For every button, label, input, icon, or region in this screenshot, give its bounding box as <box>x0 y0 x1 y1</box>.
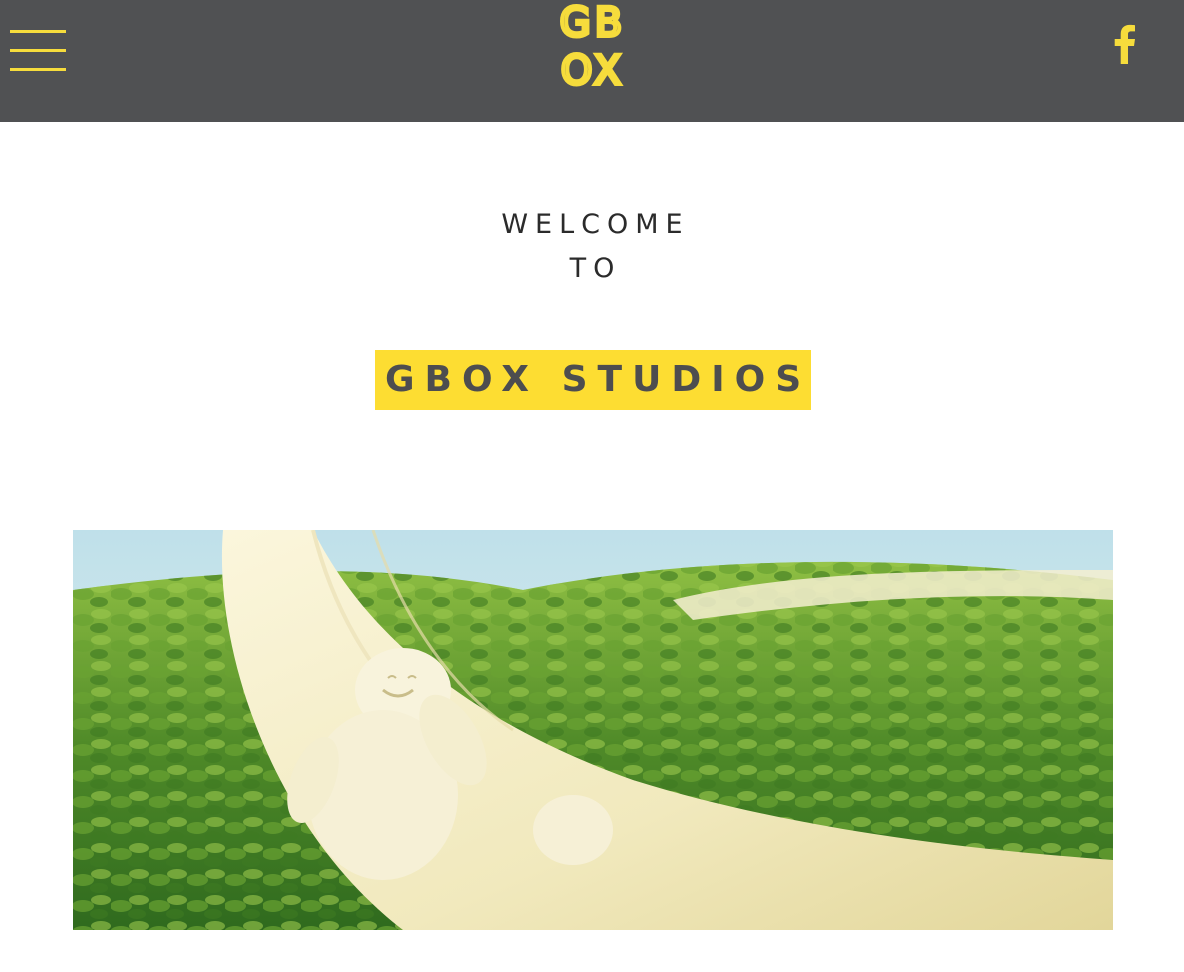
menu-bar <box>10 68 66 71</box>
welcome-line-2: TO <box>569 253 622 284</box>
logo-text-bottom: OX <box>561 48 625 90</box>
hamburger-menu-button[interactable] <box>10 30 66 72</box>
menu-bar <box>10 49 66 52</box>
welcome-line-1: WELCOME <box>501 209 690 240</box>
gbox-logo[interactable]: GB OX <box>546 0 640 90</box>
hero-image <box>73 530 1113 930</box>
studio-title: GBOX STUDIOS <box>385 359 812 400</box>
logo-text-top: GB <box>560 0 626 46</box>
facebook-link[interactable] <box>1110 22 1138 64</box>
facebook-icon <box>1114 24 1135 64</box>
site-header: GB OX <box>0 0 1184 122</box>
welcome-heading: WELCOME TO <box>0 203 1184 291</box>
gbox-logo-mark: GB OX <box>558 0 626 90</box>
menu-bar <box>10 30 66 33</box>
hero-illustration <box>73 530 1113 930</box>
